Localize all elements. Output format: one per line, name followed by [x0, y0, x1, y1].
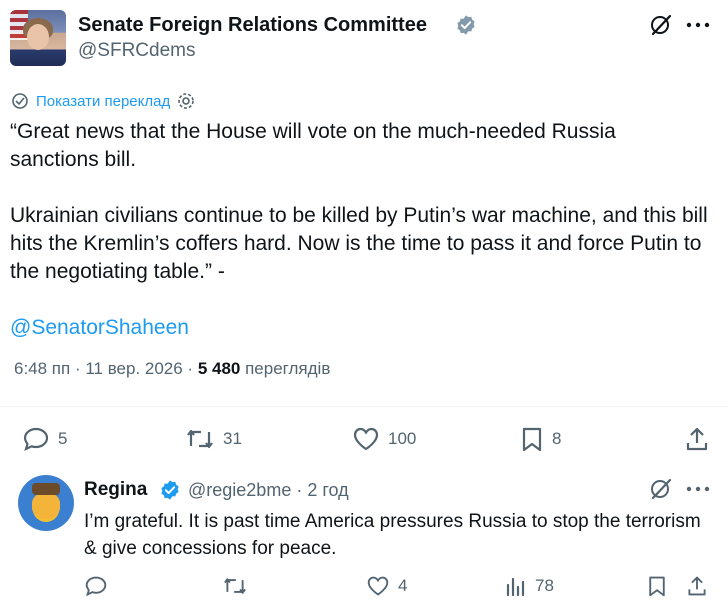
reply-author-name[interactable]: Regina [84, 479, 147, 501]
author-name[interactable]: Senate Foreign Relations Committee [78, 14, 427, 37]
reply-button[interactable]: 5 [22, 426, 67, 452]
tweet-time[interactable]: 6:48 пп · 11 вер. 2026 · [14, 359, 198, 378]
settings-icon[interactable] [176, 91, 196, 111]
tweet-text: “Great news that the House will vote on … [10, 120, 708, 283]
share-icon [684, 426, 710, 452]
bookmark-icon [520, 426, 544, 452]
repost-button[interactable]: 31 [185, 426, 242, 452]
views-icon [505, 575, 527, 597]
reply-icon [22, 426, 50, 452]
verified-badge-icon [159, 479, 181, 501]
repost-icon [222, 575, 248, 597]
reply-bookmark-button[interactable] [646, 575, 668, 597]
more-icon[interactable] [686, 486, 710, 492]
repost-icon [185, 426, 215, 452]
translate-icon [10, 91, 30, 111]
reply-like-button[interactable]: 4 [366, 575, 407, 597]
reply-reply-button[interactable] [84, 575, 108, 597]
bookmark-button[interactable]: 8 [520, 426, 561, 452]
bookmark-icon [646, 575, 668, 597]
grok-icon[interactable] [648, 476, 674, 502]
reply-icon [84, 575, 108, 597]
tweet-meta: 6:48 пп · 11 вер. 2026 · 5 480 перегляді… [14, 359, 330, 379]
more-icon[interactable] [686, 22, 710, 28]
bookmark-count: 8 [552, 429, 562, 448]
repost-count: 31 [223, 429, 242, 448]
translate-link[interactable]: Показати переклад [10, 91, 196, 111]
translate-label[interactable]: Показати переклад [36, 93, 170, 110]
reply-text: I’m grateful. It is past time America pr… [84, 511, 701, 559]
reply-like-count: 4 [398, 576, 408, 595]
reply-views-button[interactable]: 78 [505, 575, 554, 597]
like-count: 100 [388, 429, 417, 448]
views-label: переглядів [240, 359, 331, 378]
divider [0, 406, 728, 407]
mention-link[interactable]: @SenatorShaheen [10, 316, 189, 340]
reply-count: 5 [58, 429, 68, 448]
views-count: 5 480 [197, 359, 241, 378]
share-icon [686, 575, 708, 597]
grok-icon[interactable] [648, 12, 674, 38]
like-icon [352, 426, 380, 452]
reply-author-handle[interactable]: @regie2bme · 2 год [188, 480, 349, 501]
reply-repost-button[interactable] [222, 575, 248, 597]
reply-share-button[interactable] [686, 575, 708, 597]
reply-avatar[interactable] [18, 475, 74, 531]
like-icon [366, 575, 390, 597]
author-avatar[interactable] [10, 10, 66, 66]
verified-badge-icon [455, 14, 477, 36]
like-button[interactable]: 100 [352, 426, 416, 452]
share-button[interactable] [684, 426, 710, 452]
author-handle[interactable]: @SFRCdems [78, 40, 195, 62]
reply-views-count: 78 [535, 576, 554, 595]
